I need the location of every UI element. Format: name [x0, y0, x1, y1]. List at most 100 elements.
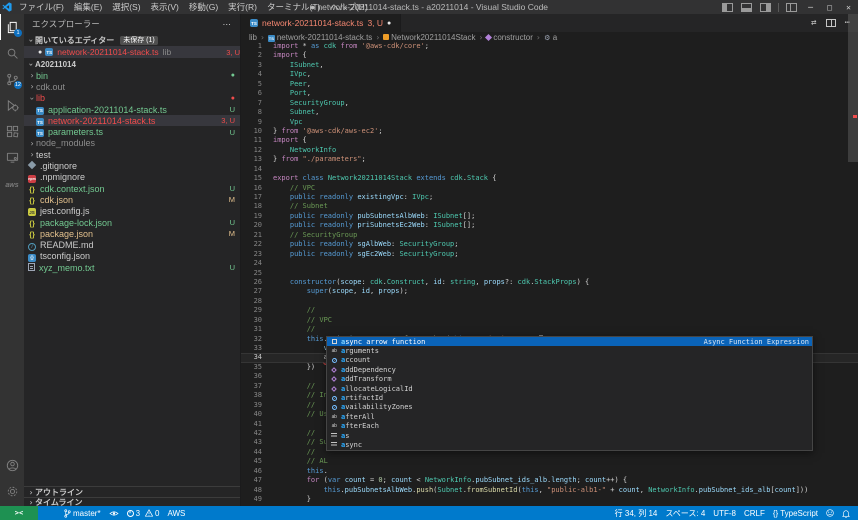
menu-item[interactable]: 表示(V)	[146, 2, 184, 12]
vertical-scrollbar[interactable]	[848, 14, 858, 162]
code-line-24[interactable]: 24	[241, 259, 858, 268]
code-line-25[interactable]: 25	[241, 269, 858, 278]
suggestion-afterAll[interactable]: ab afterAll	[327, 412, 812, 421]
activity-item-run-debug[interactable]	[0, 92, 24, 118]
tab-modified-dot-icon[interactable]: ●	[387, 20, 391, 27]
breadcrumb-Network20211014Stack[interactable]: Network20211014Stack	[383, 33, 476, 42]
code-line-28[interactable]: 28	[241, 297, 858, 306]
tree-item-cdk.out[interactable]: › cdk.out	[24, 81, 240, 92]
eye-toggle[interactable]	[105, 506, 123, 520]
code-line-17[interactable]: 17 public readonly existingVpc: IVpc;	[241, 193, 858, 202]
tree-item-.npmignore[interactable]: npm .npmignore	[24, 172, 240, 183]
menu-item[interactable]: ヘルプ(H)	[325, 2, 372, 12]
activity-item-source-control[interactable]: 12	[0, 66, 24, 92]
open-editors-header[interactable]: › 開いているエディター 未保存 (1)	[24, 34, 240, 46]
sidebar-actions-icon[interactable]: ⋯	[223, 19, 233, 30]
code-line-15[interactable]: 15 export class Network20211014Stack exte…	[241, 174, 858, 183]
tab-network-stack[interactable]: TS network-20211014-stack.ts 3, U ●	[241, 14, 402, 32]
tree-item-tsconfig.json[interactable]: {} tsconfig.json	[24, 251, 240, 262]
suggestion-addTransform[interactable]: addTransform	[327, 375, 812, 384]
code-line-10[interactable]: 10} from '@aws-cdk/aws-ec2';	[241, 127, 858, 136]
toggle-secondary-sidebar-icon[interactable]	[760, 2, 771, 12]
activity-item-explorer[interactable]: 1	[0, 14, 24, 40]
tree-item-cdk.context.json[interactable]: {} cdk.context.json U	[24, 183, 240, 194]
tree-item-jest.config.js[interactable]: JS jest.config.js	[24, 206, 240, 217]
code-line-9[interactable]: 9 Vpc	[241, 118, 858, 127]
code-line-31[interactable]: 31 //	[241, 325, 858, 334]
code-line-12[interactable]: 12 NetworkInfo	[241, 146, 858, 155]
code-line-8[interactable]: 8 Subnet,	[241, 108, 858, 117]
activity-item-aws[interactable]: aws	[0, 170, 24, 196]
code-line-23[interactable]: 23 public readonly sgEc2Web: SecurityGro…	[241, 250, 858, 259]
minimize-button[interactable]: ─	[801, 0, 820, 14]
tree-item-parameters.ts[interactable]: TS parameters.ts U	[24, 126, 240, 138]
tree-item-node_modules[interactable]: › node_modules	[24, 138, 240, 149]
menu-item[interactable]: ターミナル(T)	[262, 2, 325, 12]
code-line-30[interactable]: 30 // VPC	[241, 316, 858, 325]
tree-item-bin[interactable]: › bin ●	[24, 70, 240, 81]
eol-status[interactable]: CRLF	[740, 506, 769, 520]
tree-item-cdk.json[interactable]: {} cdk.json M	[24, 194, 240, 205]
code-line-49[interactable]: 49 }	[241, 495, 858, 504]
tree-item-README.md[interactable]: i README.md	[24, 239, 240, 251]
open-changes-icon[interactable]: ⇄	[811, 18, 816, 28]
suggestion-availabilityZones[interactable]: availabilityZones	[327, 403, 812, 412]
suggestion-allocateLogicalId[interactable]: allocateLogicalId	[327, 384, 812, 393]
code-line-45[interactable]: 45 // AL	[241, 457, 858, 466]
code-line-11[interactable]: 11 import {	[241, 136, 858, 145]
tree-item-application-20211014-stack.ts[interactable]: TS application-20211014-stack.ts U	[24, 104, 240, 115]
tree-item-test[interactable]: › test	[24, 149, 240, 160]
code-line-4[interactable]: 4 IVpc,	[241, 70, 858, 79]
feedback-smiley[interactable]	[822, 506, 838, 520]
breadcrumb-network-20211014-stack.ts[interactable]: TS network-20211014-stack.ts	[267, 33, 372, 42]
problems-status[interactable]: × 3 0	[123, 506, 164, 520]
code-line-2[interactable]: 2 import {	[241, 51, 858, 60]
menu-item[interactable]: ファイル(F)	[14, 2, 69, 12]
code-line-7[interactable]: 7 SecurityGroup,	[241, 99, 858, 108]
workspace-root[interactable]: › A20211014	[24, 58, 240, 70]
activity-item-remote-explorer[interactable]	[0, 144, 24, 170]
suggestion-async-arrow-function[interactable]: async arrow function Async Function Expre…	[327, 337, 812, 347]
open-editor-item[interactable]: ● TS network-20211014-stack.ts lib 3, U	[24, 46, 240, 58]
tree-item-lib[interactable]: › lib ●	[24, 93, 240, 104]
suggestion-account[interactable]: account	[327, 356, 812, 365]
code-line-5[interactable]: 5 Peer,	[241, 80, 858, 89]
suggestion-addDependency[interactable]: addDependency	[327, 365, 812, 374]
code-line-14[interactable]: 14	[241, 165, 858, 174]
notifications-bell[interactable]	[838, 506, 854, 520]
toggle-sidebar-icon[interactable]	[722, 2, 733, 12]
activity-item-search[interactable]	[0, 40, 24, 66]
menu-item[interactable]: 編集(E)	[69, 2, 107, 12]
indentation-status[interactable]: スペース: 4	[661, 506, 709, 520]
tree-item-xyz_memo.txt[interactable]: xyz_memo.txt U	[24, 262, 240, 273]
customize-layout-icon[interactable]	[786, 2, 797, 12]
code-line-6[interactable]: 6 Port,	[241, 89, 858, 98]
suggestion-async[interactable]: async	[327, 440, 812, 449]
activity-item-accounts[interactable]	[0, 452, 24, 478]
code-line-29[interactable]: 29 //	[241, 306, 858, 315]
tree-item-package-lock.json[interactable]: {} package-lock.json U	[24, 217, 240, 228]
maximize-button[interactable]: □	[820, 0, 839, 14]
breadcrumb-a[interactable]: ⚙ a	[544, 33, 557, 42]
suggestion-artifactId[interactable]: artifactId	[327, 393, 812, 402]
toggle-panel-icon[interactable]	[741, 2, 752, 12]
breadcrumb-lib[interactable]: lib	[249, 33, 257, 42]
timeline-panel-header[interactable]: › タイムライン	[24, 497, 240, 506]
code-line-46[interactable]: 46 this.	[241, 467, 858, 476]
activity-item-settings[interactable]	[0, 478, 24, 504]
git-branch-status[interactable]: master*	[60, 506, 105, 520]
code-line-21[interactable]: 21 // SecurityGroup	[241, 231, 858, 240]
code-line-3[interactable]: 3 ISubnet,	[241, 61, 858, 70]
code-line-13[interactable]: 13} from "./parameters";	[241, 155, 858, 164]
code-line-27[interactable]: 27 super(scope, id, props);	[241, 287, 858, 296]
code-line-16[interactable]: 16 // VPC	[241, 184, 858, 193]
outline-panel-header[interactable]: › アウトライン	[24, 486, 240, 497]
tree-item-network-20211014-stack.ts[interactable]: TS network-20211014-stack.ts 3, U	[24, 115, 240, 127]
menu-item[interactable]: 選択(S)	[107, 2, 145, 12]
code-line-20[interactable]: 20 public readonly priSubnetsEc2Web: ISu…	[241, 221, 858, 230]
code-line-18[interactable]: 18 // Subnet	[241, 202, 858, 211]
breadcrumb-constructor[interactable]: constructor	[485, 33, 533, 42]
language-status[interactable]: {} TypeScript	[769, 506, 822, 520]
code-line-1[interactable]: 1 import * as cdk from '@aws-cdk/core';	[241, 42, 858, 51]
suggestion-arguments[interactable]: ab arguments	[327, 346, 812, 355]
